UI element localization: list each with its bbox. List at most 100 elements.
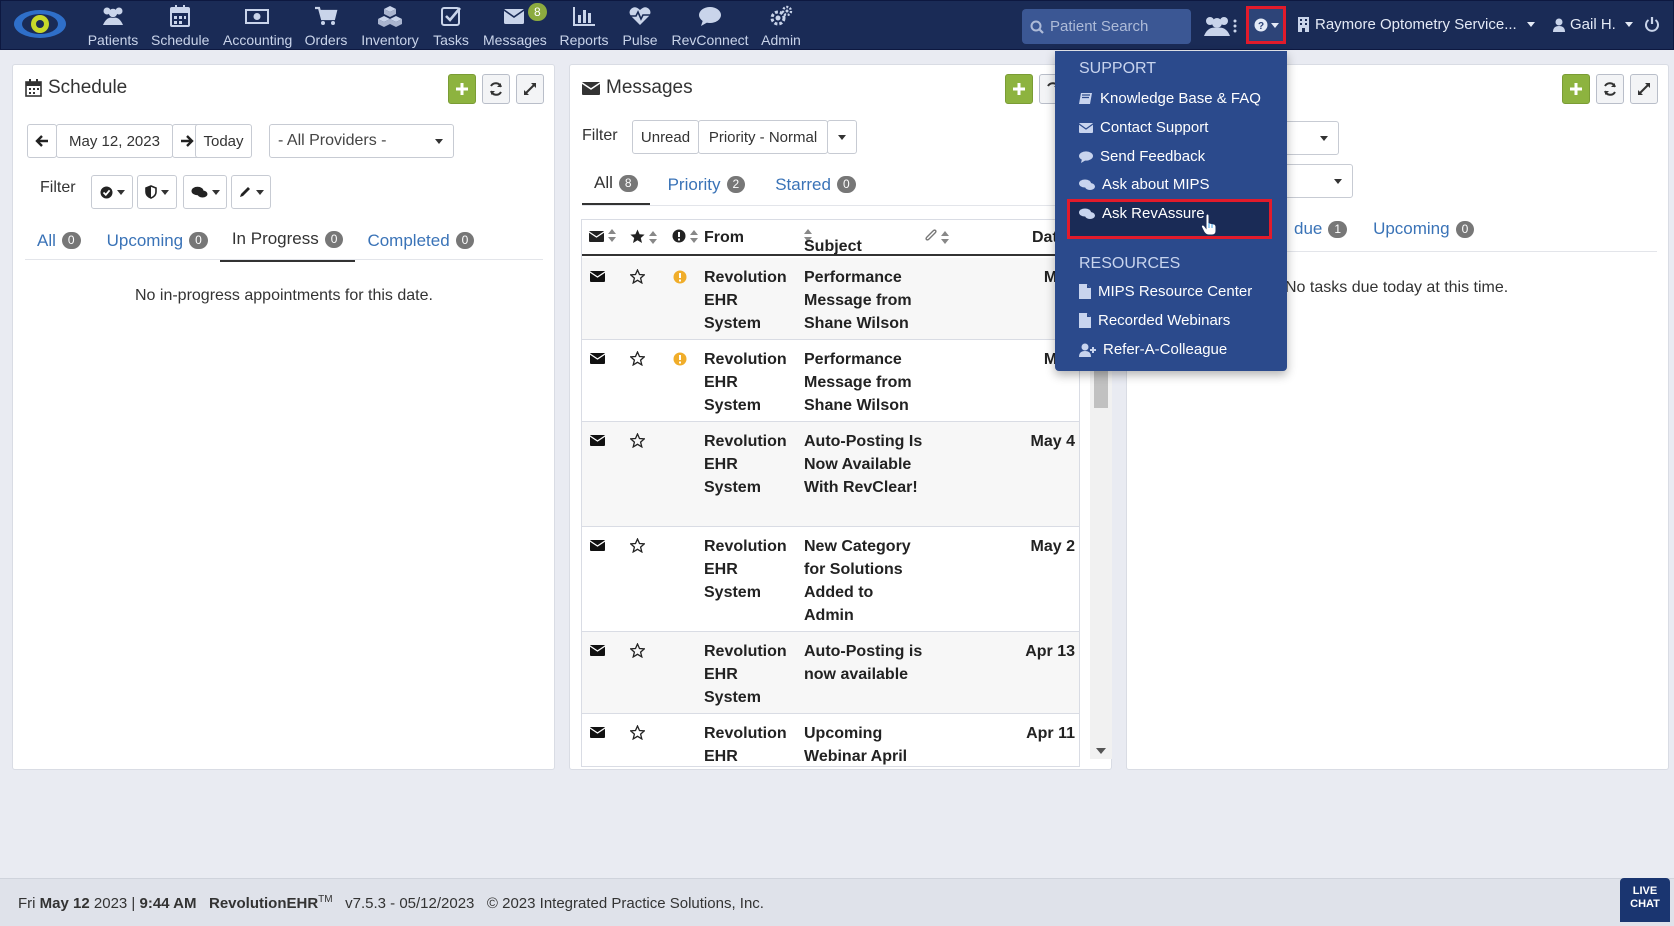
add-appointment-button[interactable] xyxy=(448,74,476,104)
nav-pulse[interactable]: Pulse xyxy=(621,5,659,48)
provider-select[interactable]: - All Providers - xyxy=(269,124,454,158)
power-icon[interactable] xyxy=(1644,16,1660,33)
table-row[interactable]: Revolution EHR System Performance Message… xyxy=(582,340,1079,422)
insurance-filter-button[interactable] xyxy=(137,175,177,209)
tab-completed[interactable]: Completed 0 xyxy=(355,229,486,262)
menu-item-ask-revassure[interactable]: Ask RevAssure xyxy=(1079,205,1205,222)
scroll-down-icon[interactable] xyxy=(1096,748,1106,755)
status-filter-button[interactable] xyxy=(91,175,133,209)
nav-schedule[interactable]: Schedule xyxy=(151,5,209,48)
table-row[interactable]: Revolution EHR System Auto-Posting is now… xyxy=(582,632,1079,714)
star-outline-icon[interactable] xyxy=(630,538,645,553)
tab-in-progress[interactable]: In Progress 0 xyxy=(219,229,356,262)
sort-star-column[interactable] xyxy=(630,229,658,249)
envelope-icon[interactable] xyxy=(590,539,605,551)
star-outline-icon[interactable] xyxy=(630,433,645,448)
column-from[interactable]: From xyxy=(704,229,744,247)
question-circle-icon: ? xyxy=(1254,18,1267,32)
star-outline-icon[interactable] xyxy=(630,269,645,284)
refresh-button[interactable] xyxy=(1596,74,1624,104)
eye-logo-icon[interactable] xyxy=(13,8,67,40)
table-row[interactable]: Revolution EHR System Auto-Posting Is Now… xyxy=(582,422,1079,527)
menu-item-label: Ask about MIPS xyxy=(1102,176,1210,193)
nav-inventory[interactable]: Inventory xyxy=(361,5,419,48)
scrollbar-thumb[interactable] xyxy=(1094,365,1108,408)
menu-item-recorded-webinars[interactable]: Recorded Webinars xyxy=(1079,312,1230,329)
footer-time: 9:44 AM xyxy=(139,895,197,912)
nav-accounting[interactable]: Accounting xyxy=(223,5,292,48)
nav-patients[interactable]: Patients xyxy=(87,5,139,48)
messages-tabs: All 8 Priority 2 Starred 0 xyxy=(582,173,868,206)
envelope-icon[interactable] xyxy=(590,352,605,364)
sort-read-column[interactable] xyxy=(588,229,617,247)
star-outline-icon[interactable] xyxy=(630,725,645,740)
envelope-icon[interactable] xyxy=(590,434,605,446)
tab-priority[interactable]: Priority 2 xyxy=(650,173,758,206)
nav-messages[interactable]: Messages 8 xyxy=(483,3,547,48)
help-menu-button[interactable]: ? xyxy=(1246,6,1286,44)
footer-trademark: TM xyxy=(318,894,333,905)
comments-filter-button[interactable] xyxy=(183,175,227,209)
edit-filter-button[interactable] xyxy=(231,175,271,209)
sort-priority-column[interactable] xyxy=(672,229,699,248)
table-row[interactable]: Revolution EHR System Performance Message… xyxy=(582,258,1079,340)
organization-selector[interactable]: Raymore Optometry Service... xyxy=(1298,16,1535,33)
arrow-left-icon xyxy=(35,135,48,147)
star-outline-icon[interactable] xyxy=(630,351,645,366)
patient-search-input[interactable] xyxy=(1050,18,1190,35)
filter-priority-button[interactable]: Priority - Normal xyxy=(698,120,828,154)
menu-item-refer-a-colleague[interactable]: Refer-A-Colleague xyxy=(1079,341,1227,358)
add-task-button[interactable] xyxy=(1562,74,1590,104)
tab-upcoming[interactable]: Upcoming 0 xyxy=(93,229,220,262)
chevron-down-icon xyxy=(161,189,169,195)
sort-attachment-column[interactable] xyxy=(925,229,950,249)
patient-search[interactable] xyxy=(1022,9,1191,44)
filter-more-dropdown[interactable] xyxy=(827,120,857,154)
nav-label: Reports xyxy=(559,32,609,48)
sort-icon xyxy=(941,231,950,244)
menu-item-label: Ask RevAssure xyxy=(1102,205,1205,222)
tab-all[interactable]: All 0 xyxy=(25,229,93,262)
user-group-icon[interactable] xyxy=(1202,14,1238,38)
messages-count-badge: 8 xyxy=(528,3,547,21)
tab-starred[interactable]: Starred 0 xyxy=(757,173,867,206)
nav-orders[interactable]: Orders xyxy=(304,5,348,48)
envelope-icon[interactable] xyxy=(590,726,605,738)
tab-all[interactable]: All 8 xyxy=(582,173,650,206)
compose-message-button[interactable] xyxy=(1005,74,1033,104)
menu-item-contact-support[interactable]: Contact Support xyxy=(1079,119,1208,136)
date-field[interactable]: May 12, 2023 xyxy=(56,124,173,158)
refresh-button[interactable] xyxy=(482,74,510,104)
nav-admin[interactable]: Admin xyxy=(761,5,801,48)
expand-button[interactable] xyxy=(1630,74,1658,104)
resources-header: RESOURCES xyxy=(1079,255,1181,272)
prev-date-button[interactable] xyxy=(27,124,57,158)
menu-item-send-feedback[interactable]: Send Feedback xyxy=(1079,148,1205,165)
tab-label: Upcoming xyxy=(106,230,184,250)
tab-upcoming[interactable]: Upcoming 0 xyxy=(1359,219,1486,249)
user-menu[interactable]: Gail H. xyxy=(1553,16,1633,33)
envelope-icon[interactable] xyxy=(590,644,605,656)
table-row[interactable]: Revolution EHR System New Category for So… xyxy=(582,527,1079,632)
menu-item-mips-resource-center[interactable]: MIPS Resource Center xyxy=(1079,283,1252,300)
tab-label: due xyxy=(1294,219,1323,238)
live-chat-button[interactable]: LIVE CHAT xyxy=(1620,878,1670,922)
expand-button[interactable] xyxy=(516,74,544,104)
today-button[interactable]: Today xyxy=(195,124,252,158)
star-outline-icon[interactable] xyxy=(630,643,645,658)
building-icon xyxy=(1298,17,1309,32)
tab-overdue[interactable]: due 1 xyxy=(1282,219,1359,249)
tasks-tabs: due 1 Upcoming 0 xyxy=(1282,219,1486,249)
table-row[interactable]: Revolution EHR Upcoming Webinar April Apr … xyxy=(582,714,1079,766)
nav-reports[interactable]: Reports xyxy=(559,5,609,48)
nav-revconnect[interactable]: RevConnect xyxy=(671,5,749,48)
menu-item-knowledge-base[interactable]: Knowledge Base & FAQ xyxy=(1079,90,1261,107)
envelope-icon[interactable] xyxy=(590,270,605,282)
menu-item-ask-mips[interactable]: Ask about MIPS xyxy=(1079,176,1210,193)
nav-tasks[interactable]: Tasks xyxy=(431,5,471,48)
column-subject[interactable]: Subject xyxy=(804,229,862,255)
filter-unread-button[interactable]: Unread xyxy=(632,120,699,154)
expand-icon xyxy=(1638,83,1650,95)
provider-select-value: - All Providers - xyxy=(278,132,387,149)
message-from: Revolution EHR xyxy=(704,725,787,765)
